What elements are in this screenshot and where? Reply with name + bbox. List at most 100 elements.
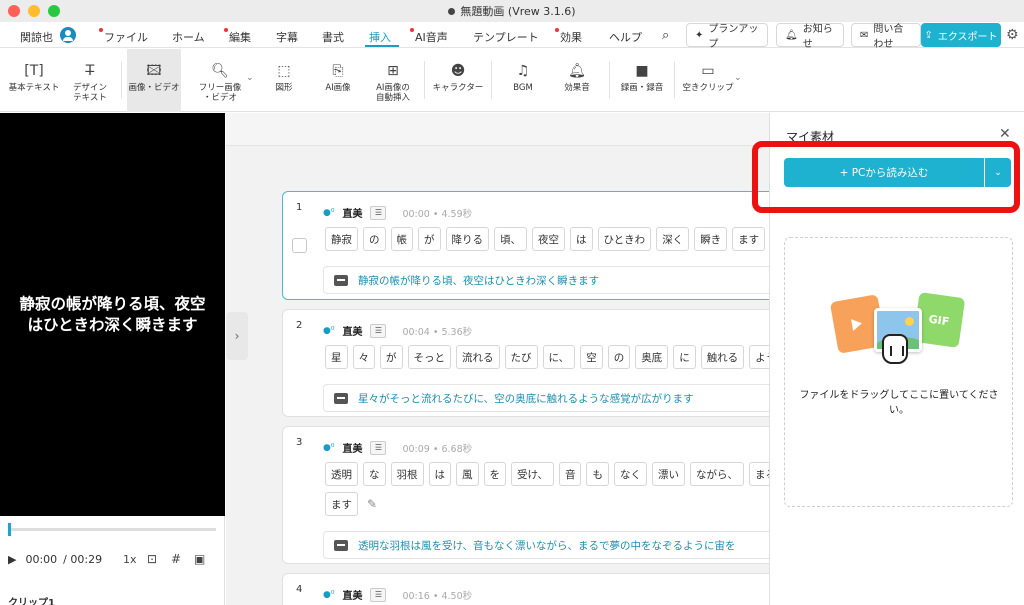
word-chip[interactable]: 深く xyxy=(656,227,690,251)
grid-icon[interactable]: # xyxy=(171,552,181,566)
word-chip[interactable]: 流れる xyxy=(456,345,500,369)
word-chip[interactable]: 音 xyxy=(558,462,582,486)
menu-edit[interactable]: 編集 xyxy=(224,28,251,45)
plan-up-button[interactable]: ✦ プランアップ xyxy=(686,23,768,50)
person-icon[interactable]: ●⁰ xyxy=(323,326,334,336)
word-chip[interactable]: は xyxy=(570,227,593,251)
file-drop-zone[interactable] xyxy=(784,237,1013,507)
word-chip[interactable]: な xyxy=(363,462,386,486)
ai-image-button[interactable]: ⎘ AI画像 xyxy=(314,49,362,112)
subtitle-line[interactable]: 星々がそっと流れるたびに、空の奥底に触れるような感覚が広がります xyxy=(323,384,803,412)
user-avatar-icon[interactable] xyxy=(60,27,76,43)
image-video-button[interactable]: 🖾 画像・ビデオ xyxy=(127,49,181,112)
word-chip[interactable]: 空 xyxy=(580,345,603,369)
collapse-preview-button[interactable]: › xyxy=(226,312,248,360)
subtitle-line[interactable]: 静寂の帳が降りる頃、夜空はひときわ深く瞬きます xyxy=(323,266,803,294)
menu-effect[interactable]: 効果 xyxy=(555,28,582,45)
clip-card[interactable]: 1 ●⁰ 直美 ☰ 00:00 • 4.59秒 静寂 の 帳 が 降りる 頃、 … xyxy=(282,191,803,300)
menu-format[interactable]: 書式 xyxy=(322,29,344,45)
word-chip[interactable]: 瞬き xyxy=(694,227,728,251)
word-chip[interactable]: 風 xyxy=(456,462,479,486)
empty-clip-button[interactable]: ▭ 空きクリップ xyxy=(680,49,736,112)
menu-ai-voice[interactable]: AI音声 xyxy=(410,28,448,45)
word-chip[interactable]: 星 xyxy=(325,345,348,369)
export-button[interactable]: ⇪ エクスポート xyxy=(921,23,1001,47)
contact-button[interactable]: ✉ 問い合わせ xyxy=(851,23,921,50)
voice-settings-icon[interactable]: ☰ xyxy=(370,587,387,602)
minimize-window-button[interactable] xyxy=(28,5,40,17)
ai-auto-insert-button[interactable]: ⊞ AI画像の 自動挿入 xyxy=(368,49,418,112)
word-chip[interactable]: ながら、 xyxy=(689,462,744,486)
menu-insert[interactable]: 挿入 xyxy=(369,29,391,45)
clip-checkbox[interactable] xyxy=(292,238,307,253)
word-chip[interactable]: の xyxy=(363,227,386,251)
close-icon[interactable]: ✕ xyxy=(999,126,1011,142)
clip-card[interactable]: 3 ●⁰ 直美 ☰ 00:09 • 6.68秒 透明 な 羽根 は 風 を 受け… xyxy=(282,426,848,564)
speaker-name[interactable]: 直美 xyxy=(342,205,362,220)
word-chip[interactable]: に、 xyxy=(542,345,576,369)
person-icon[interactable]: ●⁰ xyxy=(323,208,334,218)
maximize-window-button[interactable] xyxy=(48,5,60,17)
basic-text-button[interactable]: [T] 基本テキスト xyxy=(6,49,62,112)
load-from-pc-button[interactable]: + PCから読み込む xyxy=(784,158,984,187)
word-chip[interactable]: 奥底 xyxy=(635,345,669,369)
word-chip[interactable]: を xyxy=(483,462,506,486)
word-chip[interactable]: に xyxy=(673,345,696,369)
menu-home[interactable]: ホーム xyxy=(172,29,205,45)
subtitle-text[interactable]: 静寂の帳が降りる頃、夜空はひときわ深く瞬きます xyxy=(358,273,599,288)
menu-template[interactable]: テンプレート xyxy=(473,29,539,45)
person-icon[interactable]: ●⁰ xyxy=(323,443,334,453)
sound-effect-button[interactable]: 🔔︎ 効果音 xyxy=(554,49,600,112)
word-chip[interactable]: なく xyxy=(613,462,647,486)
word-chip[interactable]: ます xyxy=(325,492,358,516)
word-chip[interactable]: ひときわ xyxy=(597,227,652,251)
word-chip[interactable]: 触れる xyxy=(700,345,745,369)
search-icon[interactable]: ⌕ xyxy=(662,28,669,43)
word-chip[interactable]: 夜空 xyxy=(532,227,565,251)
close-window-button[interactable] xyxy=(8,5,20,17)
bgm-button[interactable]: ♫ BGM xyxy=(500,49,546,112)
word-chip[interactable]: ます xyxy=(732,227,766,251)
playback-speed[interactable]: 1x xyxy=(123,553,137,566)
free-image-video-button[interactable]: 🔍︎ フリー画像 ・ビデオ xyxy=(194,49,246,112)
subtitle-text[interactable]: 透明な羽根は風を受け、音もなく漂いながら、まるで夢の中をなぞるように宙を xyxy=(358,538,735,553)
user-name[interactable]: 関諒也 xyxy=(20,29,53,45)
word-chip[interactable]: 透明 xyxy=(325,462,358,486)
voice-settings-icon[interactable]: ☰ xyxy=(370,323,387,338)
word-chip[interactable]: も xyxy=(586,462,609,486)
word-chip[interactable]: が xyxy=(418,227,441,251)
fullscreen-icon[interactable]: ▣ xyxy=(194,552,205,566)
word-chip[interactable]: たび xyxy=(504,345,538,369)
word-chip[interactable]: 降りる xyxy=(445,227,489,251)
gear-icon[interactable]: ⚙ xyxy=(1006,27,1019,43)
word-chip[interactable]: の xyxy=(607,345,631,369)
load-options-dropdown[interactable]: ⌄ xyxy=(985,158,1011,187)
subtitle-text[interactable]: 星々がそっと流れるたびに、空の奥底に触れるような感覚が広がります xyxy=(358,391,694,406)
chevron-down-icon[interactable]: ⌄ xyxy=(246,73,254,83)
chevron-down-icon[interactable]: ⌄ xyxy=(734,73,742,83)
menu-subtitle[interactable]: 字幕 xyxy=(276,29,298,45)
pencil-icon[interactable]: ✎ xyxy=(363,492,381,516)
clip-card[interactable]: 2 ●⁰ 直美 ☰ 00:04 • 5.36秒 星 々 が そっと 流れる たび… xyxy=(282,309,848,417)
play-icon[interactable]: ▶ xyxy=(8,553,16,566)
subtitle-line[interactable]: 透明な羽根は風を受け、音もなく漂いながら、まるで夢の中をなぞるように宙を xyxy=(323,531,803,559)
speaker-name[interactable]: 直美 xyxy=(342,323,362,338)
screenshot-icon[interactable]: ⊡ xyxy=(147,552,157,566)
word-chip[interactable]: そっと xyxy=(407,345,451,369)
design-text-button[interactable]: T̶ デザイン テキスト xyxy=(64,49,116,112)
voice-settings-icon[interactable]: ☰ xyxy=(370,440,387,455)
progress-bar[interactable] xyxy=(8,523,216,536)
speaker-name[interactable]: 直美 xyxy=(342,587,362,602)
record-button[interactable]: ■ 録画・録音 xyxy=(616,49,668,112)
word-chip[interactable]: は xyxy=(428,462,451,486)
word-chip[interactable]: 羽根 xyxy=(390,462,424,486)
speaker-name[interactable]: 直美 xyxy=(342,440,362,455)
word-chip[interactable]: 頃、 xyxy=(494,227,527,251)
word-chip[interactable]: 静寂 xyxy=(325,227,358,251)
notice-button[interactable]: 🔔︎ お知らせ xyxy=(776,23,844,50)
clip-card[interactable]: 4 ●⁰ 直美 ☰ 00:16 • 4.50秒 xyxy=(282,573,802,605)
word-chip[interactable]: 受け、 xyxy=(511,462,554,486)
progress-knob[interactable] xyxy=(8,523,11,536)
character-button[interactable]: ☻ キャラクター xyxy=(430,49,486,112)
video-preview[interactable]: 静寂の帳が降りる頃、夜空はひときわ深く瞬きます xyxy=(0,113,225,516)
